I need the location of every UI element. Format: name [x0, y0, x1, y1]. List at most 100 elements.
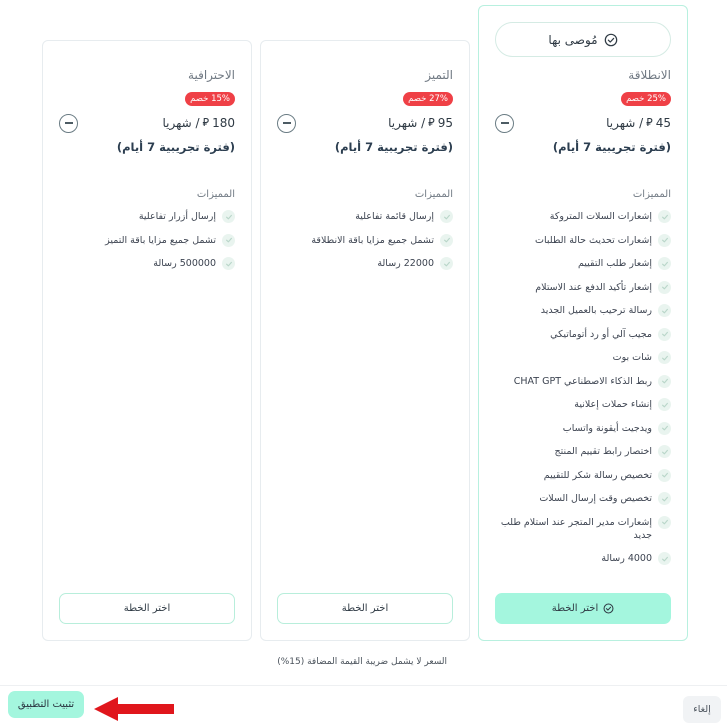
features-list: المميزات إرسال أزرار تفاعلية تشمل جميع مز…	[59, 189, 235, 281]
feature-label: رسالة ترحيب بالعميل الجديد	[540, 305, 652, 316]
decrease-button[interactable]	[277, 113, 296, 133]
red-arrow-annotation	[94, 697, 174, 721]
check-icon	[440, 257, 453, 270]
check-icon	[222, 233, 235, 247]
check-icon	[658, 327, 671, 341]
feature-label: إرسال قائمة تفاعلية	[355, 211, 434, 222]
features-title: المميزات	[632, 189, 671, 200]
feature-label: تشمل جميع مزايا باقة الانطلاقة	[311, 234, 434, 246]
feature-item: إنشاء حملات إعلانية	[495, 398, 671, 411]
discount-badge: 25% خصم	[621, 92, 671, 106]
check-icon	[658, 421, 671, 435]
feature-label: إشعار تأكيد الدفع عند الاستلام	[535, 281, 652, 293]
feature-item: إشعارات السلات المتروكة	[495, 210, 671, 223]
price-value: 95	[437, 116, 453, 130]
check-circle-icon	[603, 603, 614, 614]
feature-item: 4000 رسالة	[495, 552, 671, 565]
check-icon	[440, 233, 453, 247]
decrease-button[interactable]	[59, 113, 78, 133]
recommended-badge: مُوصى بها	[495, 22, 671, 57]
feature-label: إشعارات تحديث حالة الطلبات	[535, 234, 652, 246]
feature-item: شات بوت	[495, 351, 671, 364]
vat-note: السعر لا يشمل ضريبة القيمة المضافة (15%)	[277, 657, 447, 667]
trial-label: (فترة تجريبية 7 أيام)	[116, 140, 235, 154]
minus-icon	[500, 122, 509, 124]
choose-plan-button[interactable]: اختر الخطة	[277, 593, 453, 624]
feature-item: إشعار طلب التقييم	[495, 257, 671, 270]
plan-card-launch: مُوصى بها الانطلاقة 25% خصم 45 ⃁ / شهريا…	[478, 5, 688, 641]
check-icon	[658, 374, 671, 388]
price-period: / شهريا	[162, 116, 200, 130]
feature-item: تشمل جميع مزايا باقة التميز	[59, 233, 235, 247]
feature-item: رسالة ترحيب بالعميل الجديد	[495, 304, 671, 317]
check-icon	[658, 304, 671, 317]
plan-price: 45 ⃁ / شهريا	[606, 116, 671, 130]
check-icon	[658, 492, 671, 505]
check-icon	[440, 210, 453, 223]
check-icon	[658, 398, 671, 411]
check-icon	[222, 257, 235, 270]
feature-item: إشعارات تحديث حالة الطلبات	[495, 233, 671, 247]
check-icon	[658, 280, 671, 294]
plan-card-professional: الاحترافية 15% خصم 180 ⃁ / شهريا (فترة ت…	[42, 40, 252, 641]
feature-item: إشعارات مدير المتجر عند استلام طلب جديد	[495, 515, 671, 542]
choose-plan-button[interactable]: اختر الخطة	[495, 593, 671, 624]
feature-item: 500000 رسالة	[59, 257, 235, 270]
plan-name: التميز	[425, 68, 453, 82]
choose-plan-label: اختر الخطة	[551, 603, 599, 614]
check-icon	[658, 552, 671, 565]
recommended-label: مُوصى بها	[548, 32, 598, 47]
minus-icon	[64, 122, 73, 124]
choose-plan-label: اختر الخطة	[123, 603, 171, 614]
plan-name: الاحترافية	[188, 68, 235, 82]
choose-plan-label: اختر الخطة	[341, 603, 389, 614]
plan-card-excellence: التميز 27% خصم 95 ⃁ / شهريا (فترة تجريبي…	[260, 40, 470, 641]
riyal-icon: ⃁	[202, 116, 210, 129]
decrease-button[interactable]	[495, 113, 514, 133]
feature-label: تشمل جميع مزايا باقة التميز	[105, 234, 216, 246]
features-title: المميزات	[196, 189, 235, 200]
choose-plan-button[interactable]: اختر الخطة	[59, 593, 235, 624]
feature-label: اختصار رابط تقييم المنتج	[554, 446, 652, 457]
feature-item: 22000 رسالة	[277, 257, 453, 270]
feature-label: تخصيص رسالة شكر للتقييم	[543, 469, 652, 481]
check-icon	[658, 351, 671, 364]
price-period: / شهريا	[388, 116, 426, 130]
riyal-icon: ⃁	[428, 116, 435, 129]
feature-item: ربط الذكاء الاصطناعي CHAT GPT	[495, 374, 671, 388]
feature-item: اختصار رابط تقييم المنتج	[495, 445, 671, 458]
check-icon	[658, 445, 671, 458]
check-icon	[222, 210, 235, 223]
feature-label: إرسال أزرار تفاعلية	[138, 211, 216, 222]
feature-label: ويدجيت أيقونة واتساب	[562, 422, 652, 434]
check-circle-icon	[604, 33, 617, 46]
check-icon	[658, 468, 671, 482]
minus-icon	[282, 122, 291, 124]
feature-item: تخصيص وقت إرسال السلات	[495, 492, 671, 505]
footer-bar: تثبيت التطبيق إلغاء	[0, 685, 727, 728]
features-title: المميزات	[414, 189, 453, 200]
feature-label: مجيب آلي أو رد أتوماتيكي	[550, 328, 652, 340]
check-icon	[658, 515, 671, 529]
discount-badge: 27% خصم	[403, 92, 453, 106]
trial-label: (فترة تجريبية 7 أيام)	[552, 140, 671, 154]
feature-item: إرسال قائمة تفاعلية	[277, 210, 453, 223]
cancel-button[interactable]: إلغاء	[683, 696, 721, 723]
feature-label: شات بوت	[612, 352, 652, 363]
feature-label: إشعارات السلات المتروكة	[549, 211, 652, 222]
plan-price: 95 ⃁ / شهريا	[388, 116, 453, 130]
feature-item: إرسال أزرار تفاعلية	[59, 210, 235, 223]
price-value: 45	[655, 116, 671, 130]
feature-label: ربط الذكاء الاصطناعي CHAT GPT	[513, 375, 652, 387]
features-list: المميزات إرسال قائمة تفاعلية تشمل جميع مز…	[277, 189, 453, 281]
plan-price: 180 ⃁ / شهريا	[162, 116, 235, 130]
plan-name: الانطلاقة	[628, 68, 671, 82]
feature-label: 4000 رسالة	[601, 553, 652, 564]
feature-item: تشمل جميع مزايا باقة الانطلاقة	[277, 233, 453, 247]
feature-item: مجيب آلي أو رد أتوماتيكي	[495, 327, 671, 341]
feature-item: ويدجيت أيقونة واتساب	[495, 421, 671, 435]
feature-label: إشعار طلب التقييم	[577, 258, 652, 269]
check-icon	[658, 257, 671, 270]
install-app-button[interactable]: تثبيت التطبيق	[8, 691, 84, 718]
check-icon	[658, 210, 671, 223]
